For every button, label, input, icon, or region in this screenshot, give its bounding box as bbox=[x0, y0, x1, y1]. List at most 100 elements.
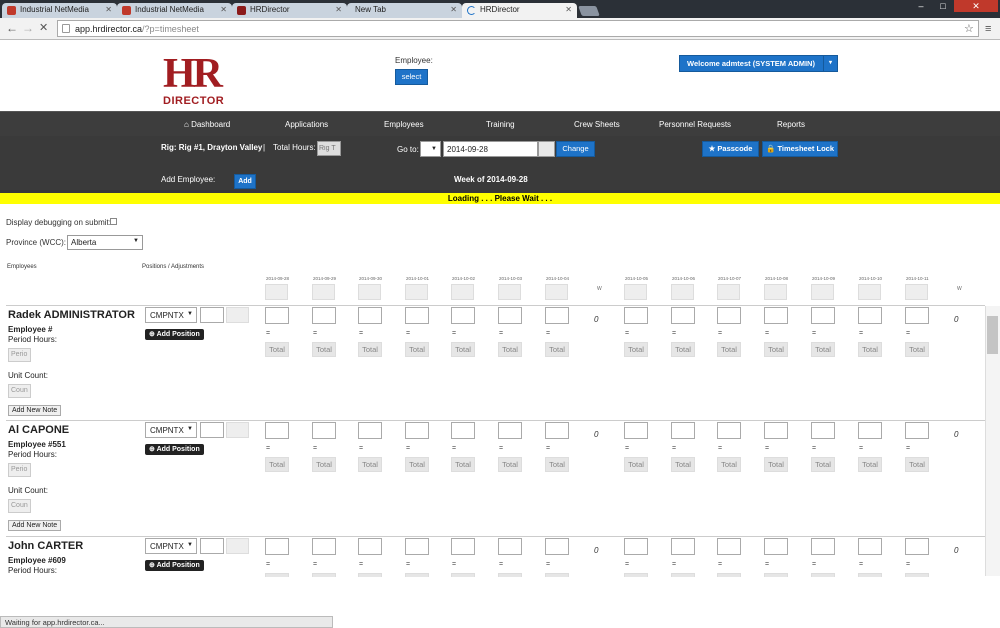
position-select[interactable]: CMPNTX ▼ bbox=[145, 422, 197, 438]
stop-loading-icon[interactable]: ✕ bbox=[39, 22, 48, 34]
nav-reports[interactable]: Reports bbox=[777, 120, 805, 129]
add-note-button[interactable]: Add New Note bbox=[8, 520, 62, 531]
hours-input[interactable] bbox=[811, 422, 835, 439]
nav-employees[interactable]: Employees bbox=[384, 120, 424, 129]
close-icon[interactable]: ✕ bbox=[220, 5, 227, 14]
bookmark-star-icon[interactable]: ☆ bbox=[964, 23, 974, 35]
hours-input[interactable] bbox=[405, 307, 429, 324]
add-note-button[interactable]: Add New Note bbox=[8, 405, 62, 416]
hours-input[interactable] bbox=[498, 538, 522, 555]
position-select[interactable]: CMPNTX ▼ bbox=[145, 307, 197, 323]
unit-count-input[interactable]: Coun bbox=[8, 384, 31, 398]
hours-input[interactable] bbox=[312, 422, 336, 439]
hours-input[interactable] bbox=[811, 307, 835, 324]
hours-input[interactable] bbox=[312, 538, 336, 555]
new-tab-button[interactable] bbox=[578, 6, 600, 16]
hours-input[interactable] bbox=[265, 422, 289, 439]
maximize-icon[interactable]: □ bbox=[932, 0, 954, 12]
nav-personnel-requests[interactable]: Personnel Requests bbox=[659, 120, 731, 129]
hours-input[interactable] bbox=[545, 307, 569, 324]
url-input[interactable]: app.hrdirector.ca/?p=timesheet bbox=[57, 20, 979, 37]
hours-input[interactable] bbox=[358, 307, 382, 324]
nav-dashboard[interactable]: ⌂ Dashboard bbox=[184, 120, 230, 129]
browser-tab-active[interactable]: HRDirector ✕ bbox=[462, 3, 577, 18]
position-select[interactable]: CMPNTX ▼ bbox=[145, 538, 197, 554]
hours-input[interactable] bbox=[624, 307, 648, 324]
total-hours-input[interactable] bbox=[317, 141, 341, 156]
add-position-button[interactable]: ⊕ Add Position bbox=[145, 444, 204, 455]
hours-input[interactable] bbox=[405, 422, 429, 439]
hours-input[interactable] bbox=[545, 422, 569, 439]
timesheet-lock-button[interactable]: 🔒 Timesheet Lock bbox=[762, 141, 838, 157]
nav-training[interactable]: Training bbox=[486, 120, 515, 129]
period-hours-input[interactable]: Perio bbox=[8, 348, 31, 362]
hours-input[interactable] bbox=[624, 538, 648, 555]
hours-input[interactable] bbox=[498, 307, 522, 324]
caret-down-icon[interactable]: ▾ bbox=[823, 56, 837, 71]
hours-input[interactable] bbox=[858, 538, 882, 555]
hours-input[interactable] bbox=[498, 422, 522, 439]
adjustment-input[interactable] bbox=[200, 422, 224, 438]
forward-arrow-icon[interactable]: → bbox=[22, 22, 34, 34]
hours-input[interactable] bbox=[764, 422, 788, 439]
hours-input[interactable] bbox=[358, 538, 382, 555]
add-position-button[interactable]: ⊕ Add Position bbox=[145, 329, 204, 340]
hours-input[interactable] bbox=[265, 307, 289, 324]
hours-input[interactable] bbox=[905, 538, 929, 555]
hours-input[interactable] bbox=[858, 307, 882, 324]
browser-tab[interactable]: Industrial NetMedia ✕ bbox=[2, 3, 117, 18]
add-employee-button[interactable]: Add bbox=[234, 174, 256, 189]
adjustment-input[interactable] bbox=[200, 307, 224, 323]
change-button[interactable]: Change bbox=[556, 141, 595, 157]
welcome-user-button[interactable]: Welcome admtest (SYSTEM ADMIN) ▾ bbox=[679, 55, 838, 72]
close-icon[interactable]: ✕ bbox=[450, 5, 457, 14]
menu-icon[interactable]: ≡ bbox=[985, 23, 991, 35]
hours-input[interactable] bbox=[312, 307, 336, 324]
passcode-button[interactable]: ★ Passcode bbox=[702, 141, 759, 157]
hours-input[interactable] bbox=[811, 538, 835, 555]
hours-input[interactable] bbox=[265, 538, 289, 555]
goto-select[interactable]: ▼ bbox=[420, 141, 441, 157]
hrdirector-logo[interactable]: HR DIRECTOR bbox=[163, 53, 227, 107]
scrollbar-thumb[interactable] bbox=[987, 316, 998, 354]
calendar-icon[interactable] bbox=[538, 141, 555, 157]
close-icon[interactable]: ✕ bbox=[335, 5, 342, 14]
minimize-icon[interactable]: – bbox=[910, 0, 932, 12]
hours-input[interactable] bbox=[905, 422, 929, 439]
hours-input[interactable] bbox=[405, 538, 429, 555]
hours-input[interactable] bbox=[358, 422, 382, 439]
nav-applications[interactable]: Applications bbox=[285, 120, 328, 129]
hours-input[interactable] bbox=[764, 538, 788, 555]
hours-input[interactable] bbox=[717, 538, 741, 555]
unit-count-input[interactable]: Coun bbox=[8, 499, 31, 513]
hours-input[interactable] bbox=[671, 538, 695, 555]
province-select[interactable]: Alberta ▼ bbox=[67, 235, 143, 250]
browser-tab[interactable]: Industrial NetMedia ✕ bbox=[117, 3, 232, 18]
hours-input[interactable] bbox=[451, 538, 475, 555]
hours-input[interactable] bbox=[671, 422, 695, 439]
close-icon[interactable]: ✕ bbox=[105, 5, 112, 14]
browser-tab[interactable]: HRDirector ✕ bbox=[232, 3, 347, 18]
close-window-icon[interactable]: ✕ bbox=[954, 0, 998, 12]
employee-name[interactable]: Radek ADMINISTRATOR bbox=[8, 309, 135, 321]
hours-input[interactable] bbox=[905, 307, 929, 324]
browser-tab[interactable]: New Tab ✕ bbox=[347, 3, 462, 18]
hours-input[interactable] bbox=[858, 422, 882, 439]
employee-name[interactable]: Al CAPONE bbox=[8, 424, 69, 436]
hours-input[interactable] bbox=[451, 307, 475, 324]
period-hours-input[interactable]: Perio bbox=[8, 463, 31, 477]
goto-date-input[interactable]: 2014-09-28 bbox=[443, 141, 538, 157]
select-employee-button[interactable]: select bbox=[395, 69, 428, 85]
hours-input[interactable] bbox=[671, 307, 695, 324]
hours-input[interactable] bbox=[717, 307, 741, 324]
employee-name[interactable]: John CARTER bbox=[8, 540, 83, 552]
add-position-button[interactable]: ⊕ Add Position bbox=[145, 560, 204, 571]
hours-input[interactable] bbox=[764, 307, 788, 324]
hours-input[interactable] bbox=[545, 538, 569, 555]
back-arrow-icon[interactable]: ← bbox=[6, 22, 18, 34]
debug-checkbox[interactable] bbox=[110, 218, 117, 225]
close-icon[interactable]: ✕ bbox=[565, 5, 572, 14]
hours-input[interactable] bbox=[717, 422, 741, 439]
hours-input[interactable] bbox=[451, 422, 475, 439]
hours-input[interactable] bbox=[624, 422, 648, 439]
